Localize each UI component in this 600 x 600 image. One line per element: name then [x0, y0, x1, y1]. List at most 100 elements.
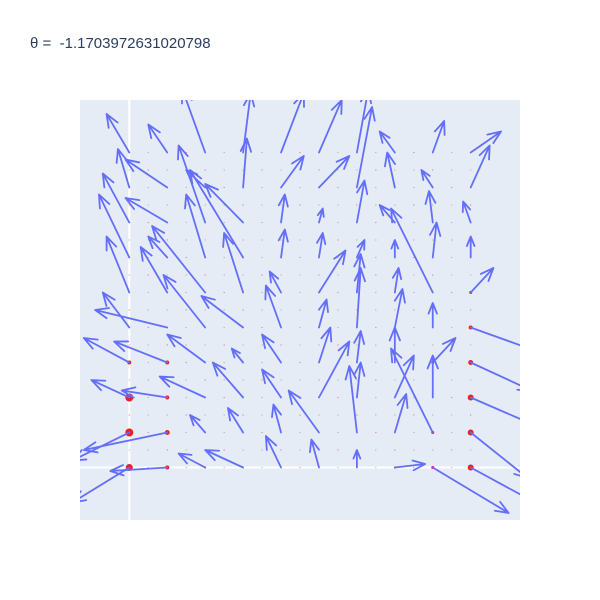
grid-dot — [204, 169, 206, 171]
grid-dot — [451, 186, 453, 189]
grid-dot — [451, 291, 453, 294]
grid-dot — [394, 204, 396, 206]
grid-dot — [375, 466, 377, 469]
grid-dot — [451, 414, 453, 416]
grid-dot — [375, 344, 377, 346]
grid-dot — [166, 309, 168, 311]
grid-dot — [261, 239, 263, 241]
grid-dot — [223, 379, 225, 381]
grid-dot — [413, 204, 415, 206]
grid-dot — [451, 396, 453, 399]
grid-dot — [261, 309, 263, 311]
grid-dot — [375, 291, 377, 294]
grid-dot — [375, 379, 377, 381]
grid-dot — [185, 221, 187, 224]
grid-dot — [128, 274, 130, 276]
grid-dot — [204, 204, 206, 206]
grid-dot — [375, 396, 377, 399]
grid-dot — [147, 431, 149, 434]
grid-dot — [280, 204, 282, 206]
grid-dot — [261, 204, 263, 206]
grid-dot — [223, 151, 225, 154]
grid-dot — [413, 326, 415, 329]
grid-dot — [147, 344, 149, 346]
grid-dot — [299, 239, 301, 241]
grid-dot — [280, 344, 282, 346]
grid-dot — [318, 169, 320, 171]
grid-dot — [337, 151, 339, 154]
grid-dot — [299, 256, 301, 259]
grid-dot — [299, 151, 301, 154]
grid-dot — [147, 291, 149, 294]
grid-dot — [280, 449, 282, 451]
grid-dot — [337, 431, 339, 434]
grid-dot — [166, 414, 168, 416]
grid-dot — [147, 169, 149, 171]
grid-dot — [413, 309, 415, 311]
grid-dot — [128, 309, 130, 311]
grid-dot — [470, 169, 472, 171]
grid-dot — [318, 379, 320, 381]
grid-dot — [223, 274, 225, 276]
grid-dot — [147, 396, 149, 399]
grid-dot — [261, 221, 263, 224]
grid-dot — [147, 204, 149, 206]
grid-dot — [280, 169, 282, 171]
grid-dot — [413, 414, 415, 416]
grid-dot — [394, 414, 396, 416]
grid-dot — [185, 466, 187, 469]
grid-dot — [299, 309, 301, 311]
grid-dot — [299, 431, 301, 434]
grid-dot — [147, 274, 149, 276]
grid-dot — [280, 239, 282, 241]
grid-dot — [337, 239, 339, 241]
grid-dot — [451, 256, 453, 259]
grid-dot — [242, 309, 244, 311]
grid-dot — [299, 466, 301, 469]
grid-dot — [223, 291, 225, 294]
grid-dot — [185, 414, 187, 416]
grid-dot — [185, 326, 187, 329]
grid-dot — [451, 151, 453, 154]
grid-dot — [128, 169, 130, 171]
grid-dot — [299, 361, 301, 364]
grid-dot — [432, 274, 434, 276]
grid-dot — [432, 169, 434, 171]
grid-dot — [299, 291, 301, 294]
grid-dot — [166, 204, 168, 206]
grid-dot — [223, 186, 225, 189]
grid-dot — [147, 449, 149, 451]
grid-dot — [413, 169, 415, 171]
grid-dot — [223, 449, 225, 451]
grid-dot — [185, 256, 187, 259]
grid-dot — [451, 449, 453, 451]
grid-dot — [375, 169, 377, 171]
grid-dot — [204, 414, 206, 416]
grid-dot — [470, 414, 472, 416]
grid-dot — [128, 239, 130, 241]
grid-dot — [470, 379, 472, 381]
grid-dot — [185, 309, 187, 311]
grid-dot — [261, 344, 263, 346]
grid-dot — [451, 239, 453, 241]
grid-dot — [451, 431, 453, 434]
grid-dot — [318, 274, 320, 276]
grid-dot — [356, 344, 358, 346]
grid-dot — [375, 274, 377, 276]
grid-dot — [432, 204, 434, 206]
grid-dot — [375, 256, 377, 259]
grid-dot — [470, 274, 472, 276]
grid-dot — [261, 379, 263, 381]
grid-dot — [375, 326, 377, 329]
grid-dot — [166, 274, 168, 276]
grid-dot — [413, 151, 415, 154]
grid-dot — [261, 256, 263, 259]
grid-dot — [432, 239, 434, 241]
grid-dot — [337, 449, 339, 451]
grid-dot — [185, 431, 187, 434]
grid-dot — [470, 449, 472, 451]
grid-dot — [299, 449, 301, 451]
grid-dot — [223, 169, 225, 171]
grid-dot — [337, 466, 339, 469]
grid-dot — [128, 344, 130, 346]
